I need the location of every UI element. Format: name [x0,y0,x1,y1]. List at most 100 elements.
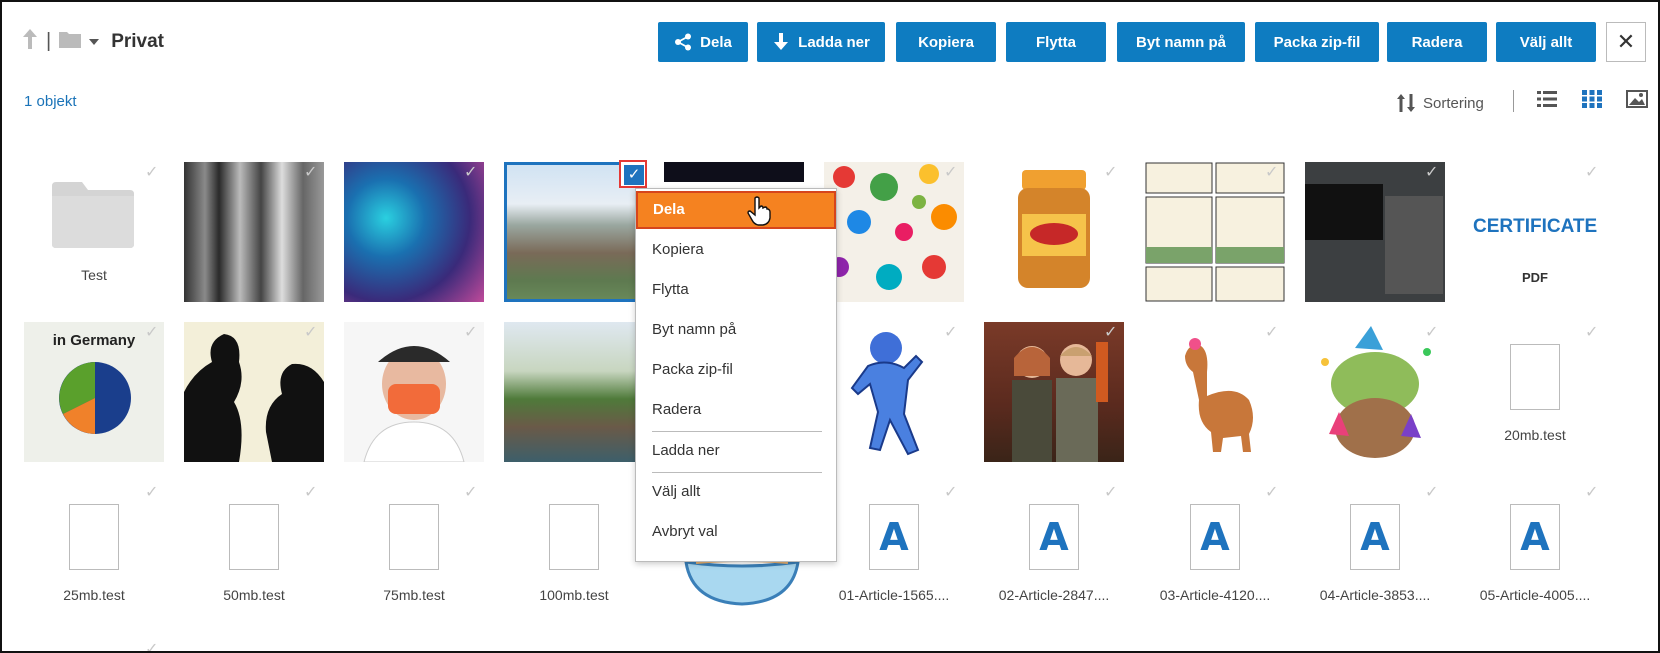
copy-button[interactable]: Kopiera [896,22,996,62]
file-label-50mb: 50mb.test [223,587,285,603]
check-icon[interactable]: ✓ [304,325,320,341]
menu-item-copy[interactable]: Kopiera [652,241,704,258]
check-icon[interactable]: ✓ [1265,485,1281,501]
breadcrumb: | Privat [22,28,164,55]
thumbnail-dark[interactable] [664,162,804,182]
thumbnail-polka-dots[interactable] [824,162,964,302]
check-icon[interactable]: ✓ [1104,325,1120,341]
close-button[interactable]: ✕ [1606,22,1646,62]
thumbnail-silhouettes[interactable] [184,322,324,462]
rename-button-label: Byt namn på [1135,33,1226,51]
document-icon[interactable] [229,504,279,570]
folder-test-icon[interactable] [52,182,134,253]
share-button[interactable]: Dela [658,22,748,62]
file-label-article-04: 04-Article-3853.... [1319,587,1431,603]
thumbnail-couple-photo[interactable] [984,322,1124,462]
toolbar: | Privat Dela Ladda ner Kopiera Flytta B… [2,2,1658,82]
check-icon[interactable]: ✓ [944,165,960,181]
menu-item-move[interactable]: Flytta [652,281,689,298]
check-icon[interactable]: ✓ [1265,165,1281,181]
thumbnail-person-mask[interactable] [344,322,484,462]
file-label-20mb: 20mb.test [1504,427,1566,443]
file-label-article-02: 02-Article-2847.... [998,587,1110,603]
check-icon[interactable]: ✓ [944,485,960,501]
article-document-icon[interactable]: A [1029,504,1079,570]
share-button-label: Dela [700,33,732,51]
file-label-article-01: 01-Article-1565.... [838,587,950,603]
check-icon[interactable]: ✓ [145,485,161,501]
menu-item-delete[interactable]: Radera [652,401,701,418]
check-icon[interactable]: ✓ [1425,165,1441,181]
menu-item-zip[interactable]: Packa zip-fil [652,361,733,378]
page-title: Privat [111,30,165,52]
thumbnail-llama[interactable] [1145,322,1285,462]
download-button[interactable]: Ladda ner [757,22,885,62]
share-icon [675,33,692,51]
document-icon[interactable] [1510,344,1560,410]
list-view-icon[interactable] [1537,90,1557,113]
check-icon[interactable]: ✓ [464,325,480,341]
document-icon[interactable] [69,504,119,570]
selected-checkbox[interactable]: ✓ [619,160,647,188]
thumbnail-peanut-butter[interactable] [984,162,1124,302]
delete-button-label: Radera [1411,33,1463,51]
move-button[interactable]: Flytta [1006,22,1106,62]
menu-item-download[interactable]: Ladda ner [652,442,720,459]
check-icon[interactable]: ✓ [1425,485,1441,501]
view-divider [1513,90,1514,112]
breadcrumb-separator: | [46,30,52,52]
sort-button[interactable]: Sortering [1397,93,1484,113]
menu-item-cancel-selection[interactable]: Avbryt val [652,523,718,540]
check-icon[interactable]: ✓ [304,485,320,501]
download-icon [774,33,789,50]
thumbnail-bowl[interactable] [682,558,802,613]
check-icon[interactable]: ✓ [145,325,161,341]
delete-button[interactable]: Radera [1387,22,1487,62]
check-icon[interactable]: ✓ [464,485,480,501]
check-icon[interactable]: ✓ [145,165,161,181]
check-icon[interactable]: ✓ [1265,325,1281,341]
folder-icon[interactable] [59,30,82,53]
article-document-icon[interactable]: A [1190,504,1240,570]
folder-test-label: Test [81,267,107,283]
article-document-icon[interactable]: A [1350,504,1400,570]
document-icon[interactable] [549,504,599,570]
menu-item-share[interactable]: Dela [636,191,836,229]
thumbnail-terminal[interactable] [1305,162,1445,302]
check-icon[interactable]: ✓ [1585,165,1601,181]
file-manager-window: | Privat Dela Ladda ner Kopiera Flytta B… [0,0,1660,653]
hand-cursor-icon [747,196,771,231]
thumbnail-canal-town[interactable] [504,322,644,462]
grid-view-icon[interactable] [1582,90,1602,113]
check-icon[interactable]: ✓ [1585,325,1601,341]
zip-button[interactable]: Packa zip-fil [1255,22,1379,62]
select-all-button[interactable]: Välj allt [1496,22,1596,62]
thumbnail-party-character[interactable] [1305,322,1445,462]
thumbnail-digitalisation-chart[interactable]: in Germany [24,322,164,462]
check-icon[interactable]: ✓ [145,642,161,652]
rename-button[interactable]: Byt namn på [1117,22,1245,62]
article-document-icon[interactable]: A [869,504,919,570]
check-icon[interactable]: ✓ [464,165,480,181]
gallery-view-icon[interactable] [1626,90,1648,113]
file-label-25mb: 25mb.test [63,587,125,603]
menu-item-select-all[interactable]: Välj allt [652,483,700,500]
check-icon[interactable]: ✓ [944,325,960,341]
check-icon[interactable]: ✓ [1425,325,1441,341]
up-arrow-icon[interactable] [22,28,38,55]
certificate-text: CERTIFICATE [1473,216,1598,237]
thumbnail-certificate[interactable]: CERTIFICATE PDF [1465,162,1605,302]
article-document-icon[interactable]: A [1510,504,1560,570]
check-icon[interactable]: ✓ [304,165,320,181]
check-icon[interactable]: ✓ [1104,485,1120,501]
check-icon[interactable]: ✓ [1585,485,1601,501]
thumbnail-comic[interactable] [1145,162,1285,302]
thumbnail-server-racks[interactable] [184,162,324,302]
check-icon[interactable]: ✓ [1104,165,1120,181]
document-icon[interactable] [389,504,439,570]
pdf-label: PDF [1522,270,1548,285]
chevron-down-icon[interactable] [89,38,100,45]
menu-item-rename[interactable]: Byt namn på [652,321,736,338]
thumbnail-dancing-figure[interactable] [824,322,964,462]
thumbnail-space-invaders[interactable] [344,162,484,302]
